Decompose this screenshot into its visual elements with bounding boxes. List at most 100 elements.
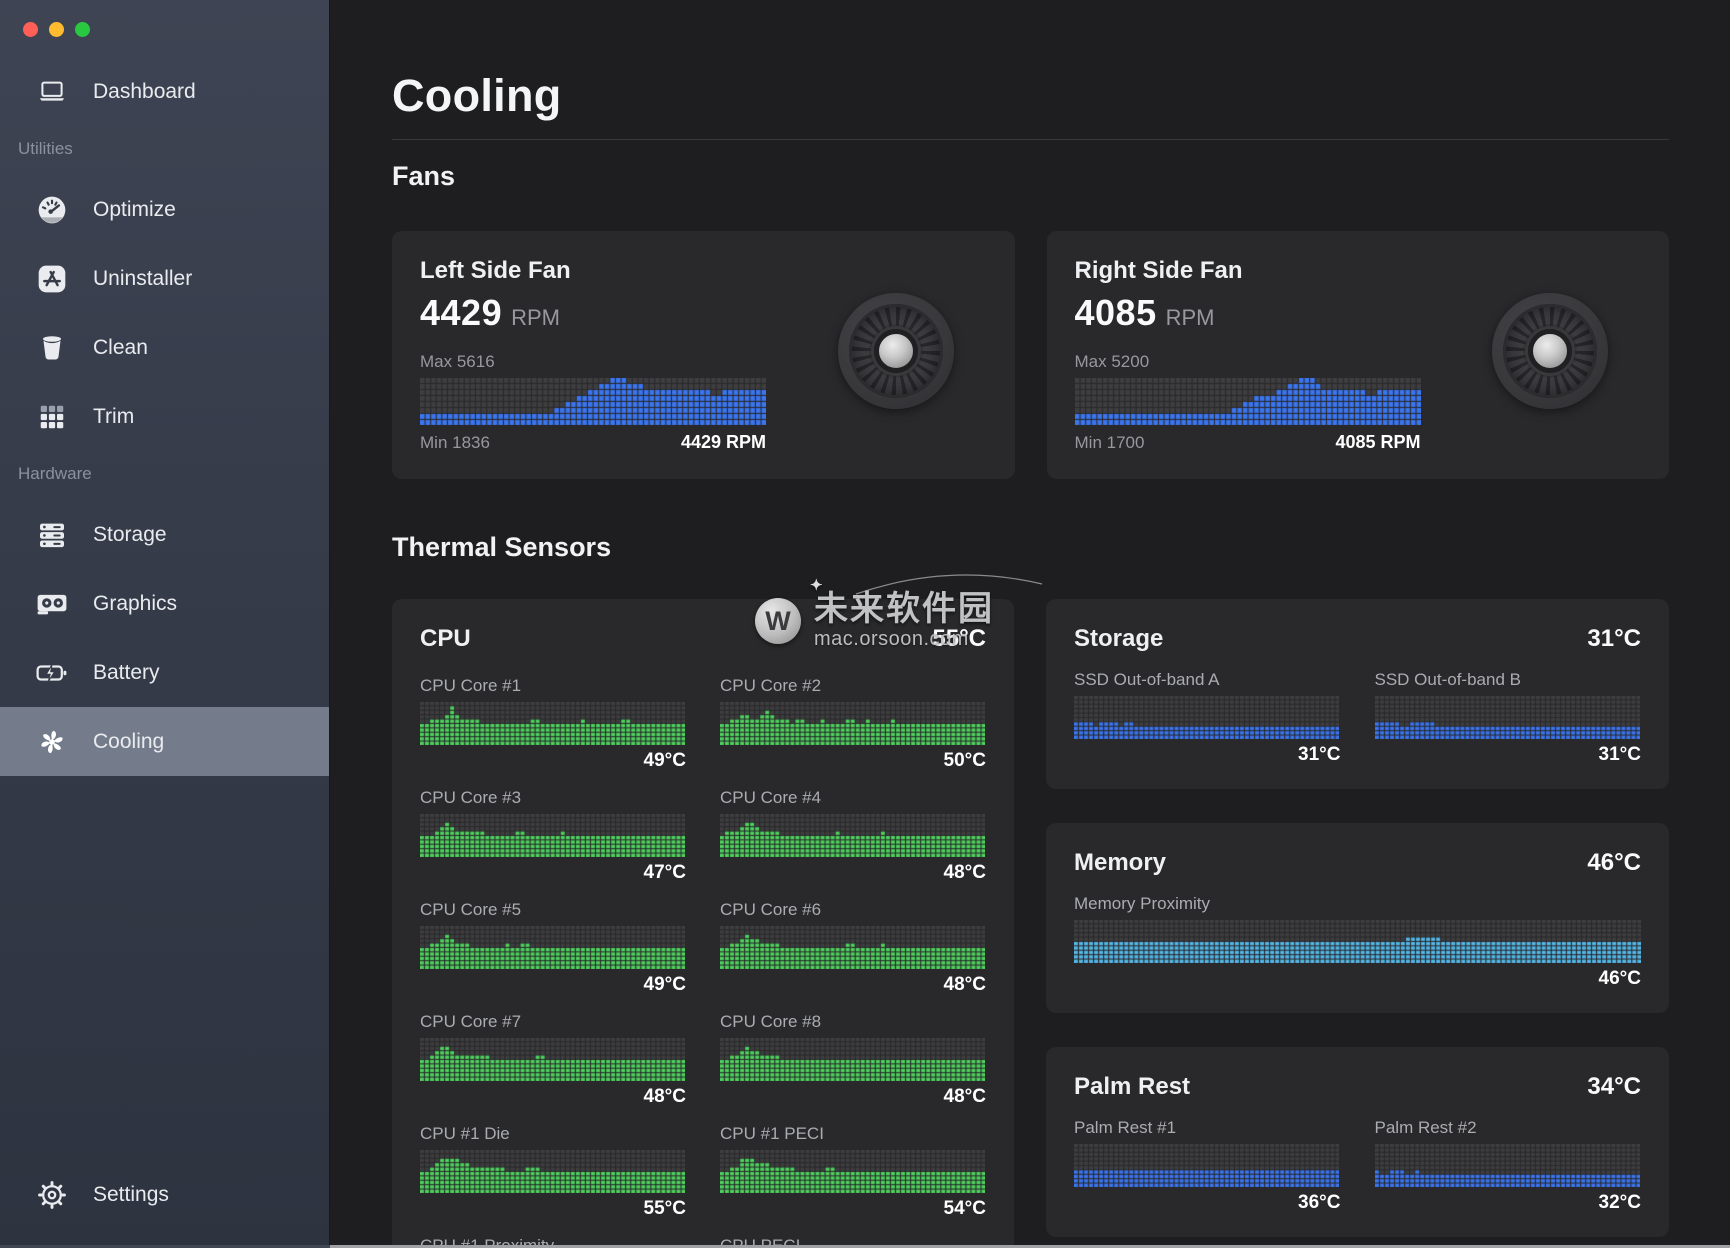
fan-current-label: 4085 RPM [1335, 432, 1420, 453]
fan-min-label: Min 1700 [1075, 433, 1145, 453]
laptop-icon [33, 75, 71, 109]
sensor-history-chart [420, 926, 685, 969]
appstore-icon [33, 262, 71, 296]
fan-rpm-unit: RPM [511, 305, 560, 331]
sensor-history-chart [720, 702, 985, 745]
card-title: Storage [1074, 625, 1163, 653]
sidebar-item-label: Settings [93, 1183, 169, 1207]
sensor-history-chart [420, 1038, 685, 1081]
fan-min-label: Min 1836 [420, 433, 490, 453]
fan-rpm-value: 4085 [1075, 292, 1157, 334]
fan-hub-icon [874, 329, 918, 373]
sidebar-item-trim[interactable]: Trim [0, 382, 329, 451]
sensor-cpu-core-3: CPU Core #3 47°C [420, 787, 686, 884]
gpu-icon [33, 587, 71, 621]
sensor-history-chart [420, 702, 685, 745]
title-divider [392, 139, 1669, 140]
gauge-icon [33, 193, 71, 227]
sidebar-item-clean[interactable]: Clean [0, 313, 329, 382]
sensor-cpu-die: CPU #1 Die 55°C [420, 1123, 686, 1220]
card-title: Palm Rest [1074, 1073, 1190, 1101]
main-content: Cooling Fans Left Side Fan 4429 RPM Max … [330, 0, 1730, 1248]
zoom-button-icon[interactable] [75, 22, 90, 37]
sensor-history-chart [1375, 1144, 1640, 1187]
sidebar-item-label: Cooling [93, 730, 164, 754]
sensor-cpu-core-5: CPU Core #5 49°C [420, 899, 686, 996]
sensor-history-chart [720, 814, 985, 857]
sidebar-item-dashboard[interactable]: Dashboard [0, 64, 329, 120]
sidebar-item-settings[interactable]: Settings [0, 1160, 329, 1229]
fans-section-heading: Fans [392, 161, 1669, 192]
card-title: CPU [420, 625, 471, 653]
sensor-history-chart [720, 1038, 985, 1081]
thermal-right-column: Storage 31°C SSD Out-of-band A 31°C SSD … [1046, 599, 1669, 1237]
fan-rpm-value: 4429 [420, 292, 502, 334]
sensor-cpu-core-4: CPU Core #4 48°C [720, 787, 986, 884]
grid-icon [33, 400, 71, 434]
sensor-history-chart [420, 814, 685, 857]
sidebar-item-label: Dashboard [93, 80, 196, 104]
server-icon [33, 518, 71, 552]
card-temp: 46°C [1587, 849, 1641, 877]
fan-turbine-graphic [838, 293, 954, 409]
minimize-button-icon[interactable] [49, 22, 64, 37]
close-button-icon[interactable] [23, 22, 38, 37]
sensor-history-chart [1074, 1144, 1339, 1187]
fan-current-label: 4429 RPM [681, 432, 766, 453]
sensor-history-chart [720, 1150, 985, 1193]
sidebar-item-cooling[interactable]: Cooling [0, 707, 329, 776]
sensor-cpu-core-2: CPU Core #2 50°C [720, 675, 986, 772]
fan-icon [33, 725, 71, 759]
sidebar-item-label: Uninstaller [93, 267, 192, 291]
card-temp: 31°C [1587, 625, 1641, 653]
fans-grid: Left Side Fan 4429 RPM Max 5616 Min 1836… [392, 231, 1669, 479]
sparkle-icon: ✦ [810, 578, 825, 594]
fan-hub-icon [1528, 329, 1572, 373]
sensor-history-chart [1375, 696, 1640, 739]
palm-rest-card: Palm Rest 34°C Palm Rest #1 36°C Palm Re… [1046, 1047, 1669, 1237]
sensor-cpu-core-7: CPU Core #7 48°C [420, 1011, 686, 1108]
thermal-section-heading: Thermal Sensors [392, 532, 1669, 563]
fan-name: Right Side Fan [1075, 257, 1642, 285]
sensor-history-chart [1074, 696, 1339, 739]
sensor-ssd-b: SSD Out-of-band B 31°C [1375, 669, 1642, 766]
fan-card-left: Left Side Fan 4429 RPM Max 5616 Min 1836… [392, 231, 1015, 479]
sensor-memory-proximity: Memory Proximity 46°C [1074, 893, 1641, 990]
sidebar-item-label: Graphics [93, 592, 177, 616]
sidebar-section-utilities: Utilities [18, 137, 329, 161]
sidebar-item-graphics[interactable]: Graphics [0, 569, 329, 638]
fan-card-right: Right Side Fan 4085 RPM Max 5200 Min 170… [1047, 231, 1670, 479]
card-temp: 34°C [1587, 1073, 1641, 1101]
sidebar: Dashboard Utilities Optimize Uninstaller… [0, 0, 330, 1248]
sensor-cpu-core-1: CPU Core #1 49°C [420, 675, 686, 772]
memory-card: Memory 46°C Memory Proximity 46°C [1046, 823, 1669, 1013]
sidebar-item-label: Battery [93, 661, 160, 685]
sidebar-item-label: Storage [93, 523, 167, 547]
battery-icon [33, 656, 71, 690]
page-title: Cooling [392, 70, 1669, 122]
fan-history-chart [420, 378, 766, 425]
sensor-history-chart [1074, 920, 1641, 963]
sidebar-item-uninstaller[interactable]: Uninstaller [0, 244, 329, 313]
sidebar-item-storage[interactable]: Storage [0, 500, 329, 569]
fan-rpm-unit: RPM [1166, 305, 1215, 331]
sidebar-item-optimize[interactable]: Optimize [0, 175, 329, 244]
sensor-cpu-core-8: CPU Core #8 48°C [720, 1011, 986, 1108]
thermal-grid: CPU 55°C CPU Core #1 49°C CPU Core #2 50… [392, 599, 1669, 1248]
sensor-palm-rest-1: Palm Rest #1 36°C [1074, 1117, 1341, 1214]
sensor-history-chart [720, 926, 985, 969]
sensor-ssd-a: SSD Out-of-band A 31°C [1074, 669, 1341, 766]
sensor-palm-rest-2: Palm Rest #2 32°C [1375, 1117, 1642, 1214]
sensor-history-chart [420, 1150, 685, 1193]
gear-icon [33, 1178, 71, 1212]
sensor-cpu-peci: CPU #1 PECI 54°C [720, 1123, 986, 1220]
sidebar-item-label: Optimize [93, 198, 176, 222]
sensor-cpu-core-6: CPU Core #6 48°C [720, 899, 986, 996]
sidebar-item-label: Clean [93, 336, 148, 360]
fan-turbine-graphic [1492, 293, 1608, 409]
traffic-lights [0, 0, 329, 37]
fan-history-chart [1075, 378, 1421, 425]
fan-name: Left Side Fan [420, 257, 987, 285]
sidebar-item-battery[interactable]: Battery [0, 638, 329, 707]
sidebar-item-label: Trim [93, 405, 134, 429]
